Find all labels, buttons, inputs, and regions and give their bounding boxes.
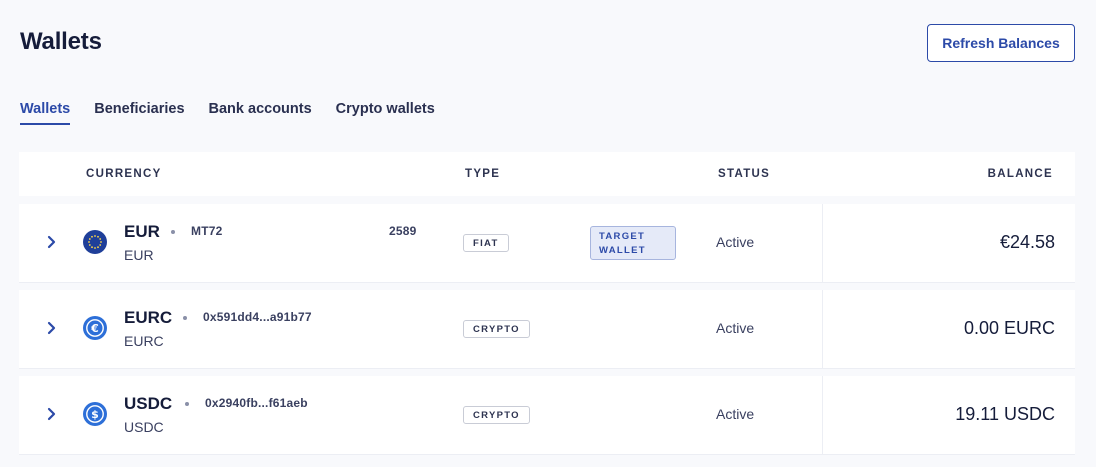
separator-dot <box>171 230 175 234</box>
type-badge: FIAT <box>463 234 509 252</box>
currency-subtitle: USDC <box>124 419 164 435</box>
column-divider <box>822 204 823 282</box>
iban-prefix: MT72 <box>191 224 223 238</box>
balance-value: 19.11 USDC <box>955 404 1055 424</box>
column-header-balance[interactable]: BALANCE <box>988 168 1053 180</box>
balance-value: 0.00 EURC <box>963 318 1055 338</box>
currency-code: EUR <box>124 222 160 241</box>
tab-crypto-wallets[interactable]: Crypto wallets <box>336 101 435 125</box>
wallet-address: 0x591dd4...a91b77 <box>203 310 312 324</box>
svg-text:$: $ <box>91 408 99 421</box>
target-wallet-line-2: WALLET <box>599 245 646 256</box>
currency-code: EURC <box>124 308 173 327</box>
tab-bank-accounts[interactable]: Bank accounts <box>209 101 312 125</box>
target-wallet-line-1: TARGET <box>599 231 646 242</box>
target-wallet-badge: TARGET WALLET <box>590 226 676 260</box>
chevron-right-icon[interactable] <box>45 234 59 250</box>
status-text: Active <box>716 234 755 250</box>
table-row[interactable]: € EURC EURC 0x591dd4...a91b77 CRYPTO Act… <box>19 290 1075 369</box>
column-header-currency[interactable]: CURRENCY <box>86 168 162 180</box>
table-row[interactable]: EUR EUR MT72 2589 FIAT TARGET WALLET Act… <box>19 204 1075 283</box>
currency-code: USDC <box>124 394 173 413</box>
column-divider <box>822 376 823 454</box>
type-badge: CRYPTO <box>463 406 530 424</box>
separator-dot <box>183 316 187 320</box>
separator-dot <box>185 402 189 406</box>
wallet-address: 0x2940fb...f61aeb <box>205 396 308 410</box>
type-badge: CRYPTO <box>463 320 530 338</box>
tab-bar: Wallets Beneficiaries Bank accounts Cryp… <box>20 101 459 125</box>
status-text: Active <box>716 406 755 422</box>
status-text: Active <box>716 320 755 336</box>
refresh-balances-button[interactable]: Refresh Balances <box>927 24 1075 62</box>
table-header: CURRENCY TYPE STATUS BALANCE <box>19 152 1075 196</box>
column-header-type[interactable]: TYPE <box>465 168 500 180</box>
usdc-coin-icon: $ <box>83 402 107 426</box>
currency-subtitle: EUR <box>124 247 154 263</box>
svg-text:€: € <box>90 322 99 335</box>
tab-wallets[interactable]: Wallets <box>20 101 71 125</box>
eu-stars-icon <box>83 230 107 254</box>
eurc-coin-icon: € <box>83 316 107 340</box>
table-row[interactable]: $ USDC USDC 0x2940fb...f61aeb CRYPTO Act… <box>19 376 1075 455</box>
chevron-right-icon[interactable] <box>45 406 59 422</box>
page-title: Wallets <box>20 28 102 55</box>
balance-value: €24.58 <box>999 232 1055 252</box>
column-divider <box>822 290 823 368</box>
iban-suffix: 2589 <box>389 224 417 238</box>
tab-beneficiaries[interactable]: Beneficiaries <box>94 101 184 125</box>
currency-subtitle: EURC <box>124 333 164 349</box>
chevron-right-icon[interactable] <box>45 320 59 336</box>
column-header-status[interactable]: STATUS <box>718 168 770 180</box>
